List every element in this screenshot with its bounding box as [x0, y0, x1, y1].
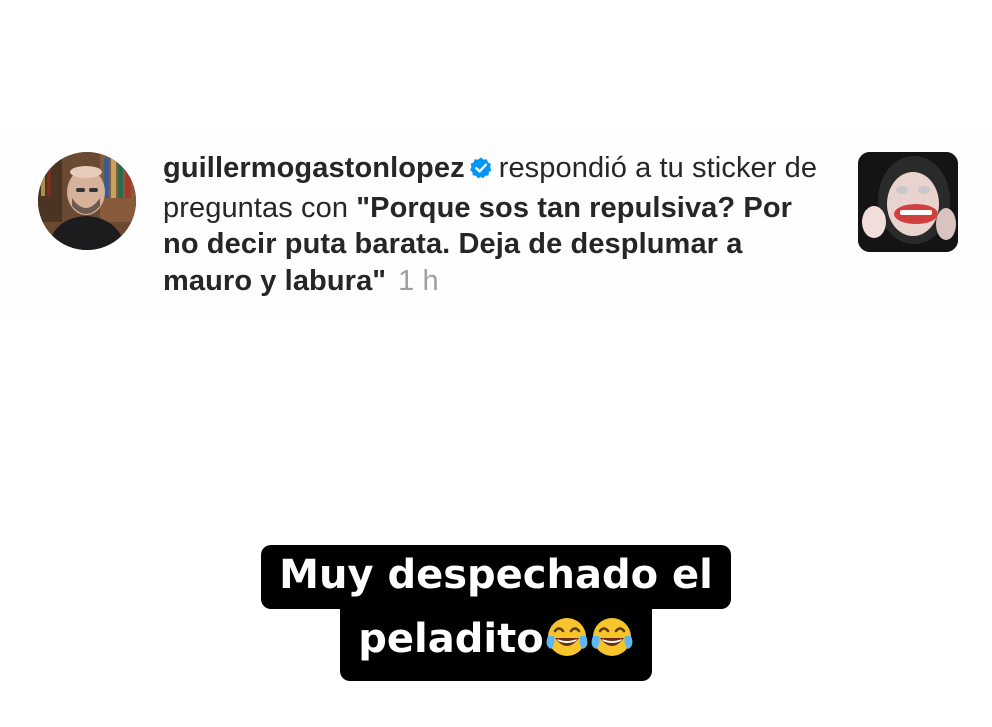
caption-line-1: Muy despechado el: [261, 545, 731, 609]
story-caption: Muy despechado el peladito: [0, 545, 992, 681]
verified-badge-icon: [469, 153, 493, 190]
caption-line-2-text: peladito: [358, 616, 544, 662]
story-screen: guillermogastonlopez respondió a tu stick…: [0, 0, 992, 727]
profile-photo-icon: [38, 152, 136, 250]
notification-row[interactable]: guillermogastonlopez respondió a tu stick…: [0, 130, 992, 320]
timestamp: 1 h: [398, 264, 439, 297]
avatar[interactable]: [38, 152, 136, 250]
story-thumbnail-icon: [858, 152, 958, 252]
face-with-tears-of-joy-icon: [546, 615, 634, 675]
caption-line-2: peladito: [340, 609, 652, 681]
notification-text: guillermogastonlopez respondió a tu stick…: [163, 150, 833, 299]
username-link[interactable]: guillermogastonlopez: [163, 152, 465, 184]
story-thumbnail[interactable]: [858, 152, 958, 252]
